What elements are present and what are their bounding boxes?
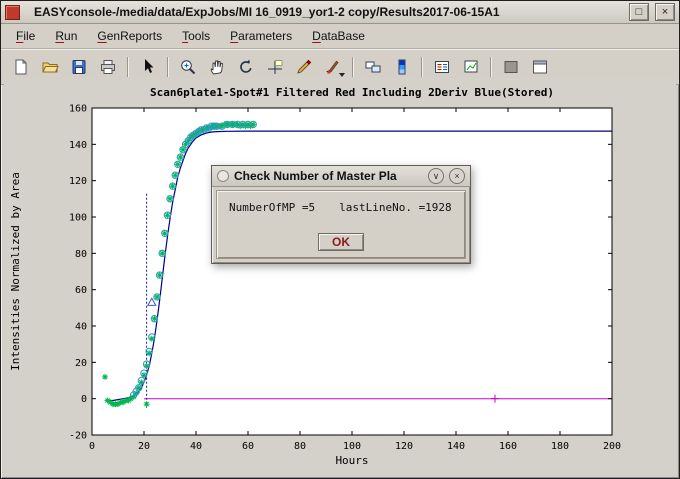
x-tick-label: 100 bbox=[343, 441, 361, 452]
axes-background bbox=[92, 108, 612, 435]
plot-edit-button[interactable] bbox=[457, 53, 484, 80]
x-tick-label: 0 bbox=[89, 441, 95, 452]
colorbar-icon bbox=[393, 58, 411, 76]
dialog-title: Check Number of Master Pla bbox=[234, 169, 423, 183]
figure-svg[interactable]: 020406080100120140160180200-200204060801… bbox=[4, 78, 678, 477]
maximize-button[interactable]: □ bbox=[629, 3, 649, 21]
menu-database[interactable]: DataBase bbox=[303, 25, 374, 47]
menu-bar: File Run GenReports Tools Parameters Dat… bbox=[1, 24, 679, 49]
data-cursor-icon bbox=[266, 58, 284, 76]
menu-run[interactable]: Run bbox=[46, 25, 86, 47]
toolbar-separator bbox=[421, 57, 422, 77]
y-tick-label: 120 bbox=[69, 176, 87, 187]
x-tick-label: 80 bbox=[294, 441, 306, 452]
menu-file[interactable]: File bbox=[7, 25, 44, 47]
toolbar-separator bbox=[127, 57, 128, 77]
dialog-app-icon bbox=[217, 170, 229, 182]
rotate-icon bbox=[237, 58, 255, 76]
pointer-arrow-icon bbox=[139, 58, 157, 76]
menu-tools[interactable]: Tools bbox=[173, 25, 219, 47]
last-line-no-value: lastLineNo. =1928 bbox=[339, 201, 452, 214]
y-tick-label: 20 bbox=[75, 358, 87, 369]
zoom-in-icon bbox=[179, 58, 197, 76]
hide-plot-tools-button[interactable] bbox=[497, 53, 524, 80]
y-axis-label: Intensities Normalized by Area bbox=[9, 172, 22, 371]
toolbar-separator bbox=[490, 57, 491, 77]
y-tick-label: -20 bbox=[69, 431, 87, 442]
legend-icon bbox=[433, 58, 451, 76]
title-bar[interactable]: EASYconsole-/media/data/ExpJobs/MI 16_09… bbox=[1, 1, 679, 24]
x-tick-label: 160 bbox=[499, 441, 517, 452]
print-button[interactable] bbox=[94, 53, 121, 80]
x-tick-label: 180 bbox=[551, 441, 569, 452]
save-button[interactable] bbox=[65, 53, 92, 80]
show-plot-tools-icon bbox=[531, 58, 549, 76]
y-tick-label: 80 bbox=[75, 249, 87, 260]
x-tick-label: 120 bbox=[395, 441, 413, 452]
plot-title: Scan6plate1-Spot#1 Filtered Red Includin… bbox=[150, 86, 554, 99]
y-tick-label: 100 bbox=[69, 213, 87, 224]
rotate-button[interactable] bbox=[232, 53, 259, 80]
new-document-icon bbox=[12, 58, 30, 76]
link-plots-button[interactable] bbox=[359, 53, 386, 80]
brush-dropdown-caret[interactable] bbox=[339, 73, 345, 77]
ok-button[interactable]: OK bbox=[318, 233, 364, 251]
menu-genreports[interactable]: GenReports bbox=[88, 25, 171, 47]
toolbar-separator bbox=[352, 57, 353, 77]
y-tick-label: 60 bbox=[75, 285, 87, 296]
x-tick-label: 200 bbox=[603, 441, 621, 452]
zoom-in-button[interactable] bbox=[174, 53, 201, 80]
dialog-title-bar[interactable]: Check Number of Master Pla ∨ × bbox=[212, 166, 470, 187]
data-cursor-button[interactable] bbox=[261, 53, 288, 80]
x-tick-label: 40 bbox=[190, 441, 202, 452]
new-document-button[interactable] bbox=[7, 53, 34, 80]
x-tick-label: 140 bbox=[447, 441, 465, 452]
y-tick-label: 40 bbox=[75, 322, 87, 333]
pencil-icon bbox=[295, 58, 313, 76]
dialog-message: NumberOfMP =5 lastLineNo. =1928 bbox=[229, 201, 453, 214]
hand-icon bbox=[208, 58, 226, 76]
insert-legend-button[interactable] bbox=[428, 53, 455, 80]
toolbar-separator bbox=[167, 57, 168, 77]
window-title: EASYconsole-/media/data/ExpJobs/MI 16_09… bbox=[26, 5, 623, 19]
hide-plot-tools-icon bbox=[502, 58, 520, 76]
open-file-button[interactable] bbox=[36, 53, 63, 80]
x-axis-label: Hours bbox=[335, 454, 368, 467]
pan-button[interactable] bbox=[203, 53, 230, 80]
x-tick-label: 60 bbox=[242, 441, 254, 452]
y-tick-label: 160 bbox=[69, 104, 87, 115]
y-tick-label: 0 bbox=[81, 394, 87, 405]
printer-icon bbox=[99, 58, 117, 76]
link-plots-icon bbox=[364, 58, 382, 76]
x-tick-label: 20 bbox=[138, 441, 150, 452]
save-floppy-icon bbox=[70, 58, 88, 76]
pointer-button[interactable] bbox=[134, 53, 161, 80]
open-folder-icon bbox=[41, 58, 59, 76]
app-window: EASYconsole-/media/data/ExpJobs/MI 16_09… bbox=[0, 0, 680, 479]
y-tick-label: 140 bbox=[69, 140, 87, 151]
close-button[interactable]: × bbox=[655, 3, 675, 21]
brush-button[interactable] bbox=[319, 53, 346, 80]
insert-colorbar-button[interactable] bbox=[388, 53, 415, 80]
check-number-dialog: Check Number of Master Pla ∨ × NumberOfM… bbox=[211, 165, 471, 264]
dialog-body: NumberOfMP =5 lastLineNo. =1928 OK bbox=[216, 190, 466, 259]
axes-plot-icon bbox=[462, 58, 480, 76]
number-of-mp-value: NumberOfMP =5 bbox=[229, 201, 315, 214]
dialog-collapse-button[interactable]: ∨ bbox=[428, 168, 444, 184]
dialog-close-button[interactable]: × bbox=[449, 168, 465, 184]
menu-parameters[interactable]: Parameters bbox=[221, 25, 301, 47]
color-picker-button[interactable] bbox=[290, 53, 317, 80]
figure-area: 020406080100120140160180200-200204060801… bbox=[4, 78, 676, 475]
app-icon[interactable] bbox=[5, 5, 20, 20]
show-plot-tools-button[interactable] bbox=[526, 53, 553, 80]
